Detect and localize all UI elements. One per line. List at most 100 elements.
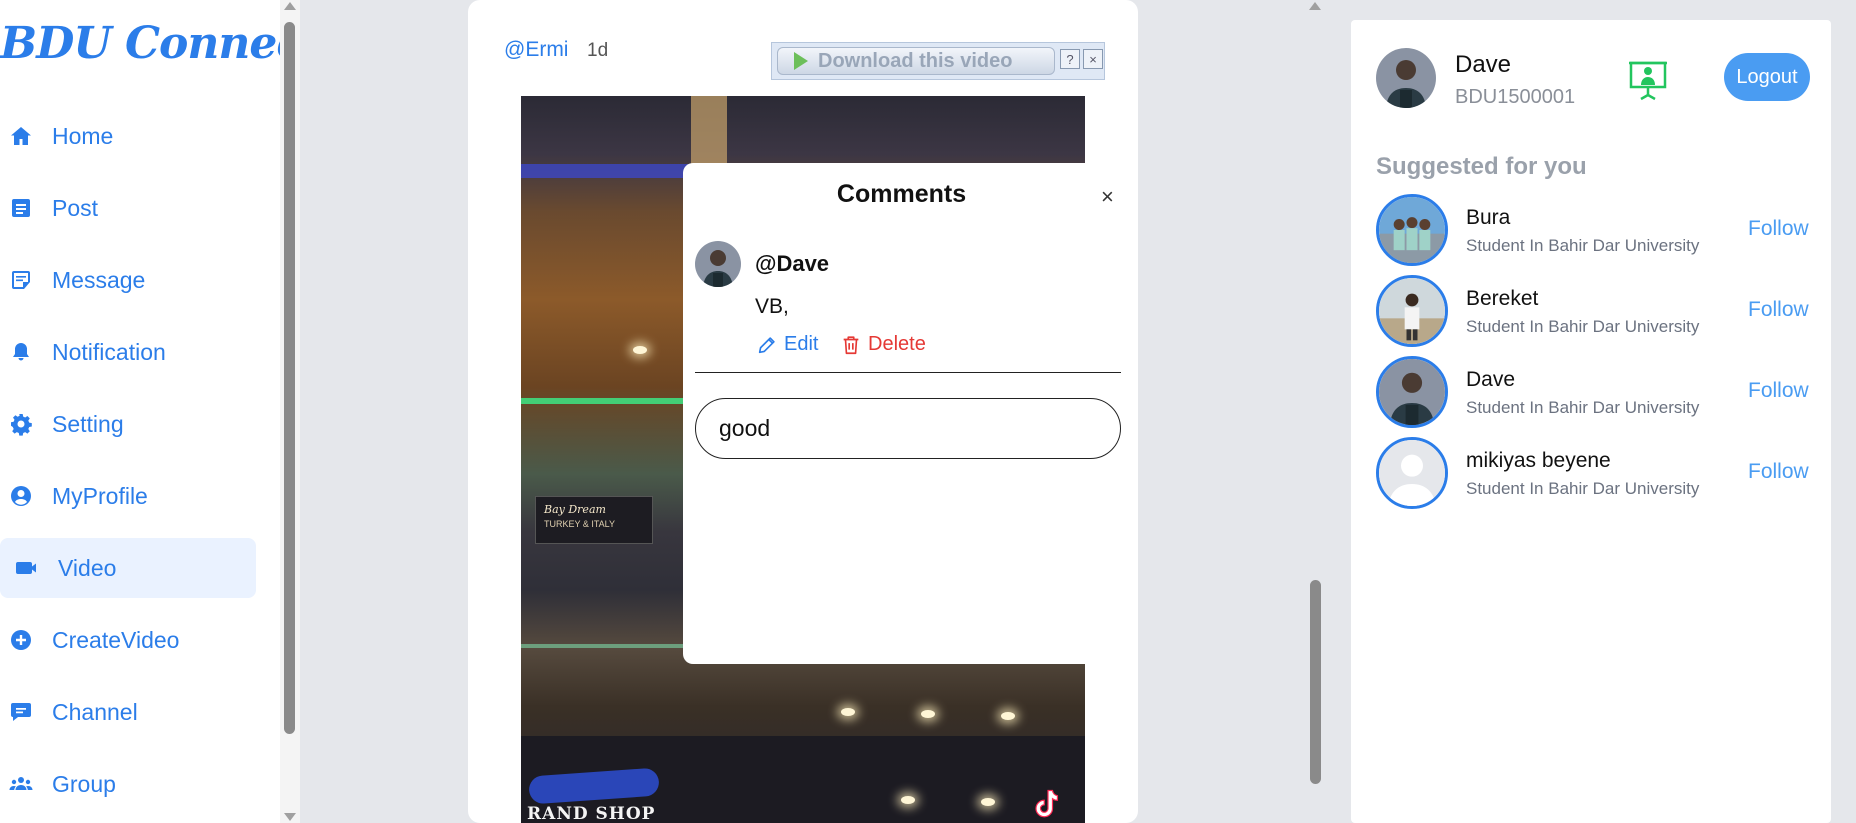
sidebar-item-label: CreateVideo (52, 626, 180, 653)
suggestion-subtitle: Student In Bahir Dar University (1466, 236, 1700, 255)
suggestion-subtitle: Student In Bahir Dar University (1466, 317, 1700, 336)
video-frame-lamp (981, 798, 995, 806)
comments-modal: Comments × @Dave VB, Edit Delete (683, 163, 1121, 664)
play-icon (794, 52, 808, 70)
avatar[interactable] (1376, 437, 1448, 509)
right-panel: Dave BDU1500001 Logout Suggested for you… (1351, 20, 1831, 823)
post-timestamp: 1d (587, 40, 609, 61)
suggestion-row: Bura Student In Bahir Dar University Fol… (1376, 194, 1816, 268)
sidebar-item-group[interactable]: Group (0, 754, 256, 814)
sidebar-item-label: Channel (52, 698, 138, 725)
sidebar-item-video[interactable]: Video (0, 538, 256, 598)
delete-comment-button[interactable]: Delete (840, 333, 926, 356)
download-video-bar: Download this video ? × (771, 42, 1105, 80)
message-icon (8, 267, 34, 293)
download-video-label: Download this video (818, 49, 1013, 72)
sign-text-line2: TURKEY & ITALY (544, 519, 616, 529)
avatar-image-icon (1376, 48, 1436, 108)
sign-text-line1: Bay Dream (544, 503, 606, 516)
avatar[interactable] (1376, 275, 1448, 347)
sidebar-item-notification[interactable]: Notification (0, 322, 256, 382)
sidebar-item-label: Setting (52, 410, 124, 437)
comment-author[interactable]: @Dave (755, 251, 829, 277)
video-frame-lamp (1001, 712, 1015, 720)
video-frame-lamp (841, 708, 855, 716)
post-icon (8, 195, 34, 221)
sidebar-item-setting[interactable]: Setting (0, 394, 256, 454)
default-avatar-icon (1379, 440, 1445, 506)
comment-text: VB, (755, 295, 789, 318)
video-camera-icon (14, 555, 40, 581)
suggestion-row: Bereket Student In Bahir Dar University … (1376, 275, 1816, 349)
chat-bubble-icon (8, 699, 34, 725)
suggestion-subtitle: Student In Bahir Dar University (1466, 479, 1700, 498)
help-button[interactable]: ? (1060, 49, 1080, 69)
trash-icon (843, 335, 859, 354)
sidebar-item-label: Home (52, 122, 114, 149)
current-user-name: Dave (1455, 51, 1512, 78)
follow-button[interactable]: Follow (1748, 298, 1809, 322)
follow-button[interactable]: Follow (1748, 379, 1809, 403)
post-author-link[interactable]: @Ermi (504, 38, 568, 62)
left-sidebar: BDU Connect Home Post Message Notificati… (0, 0, 300, 823)
avatar-image-icon (695, 241, 741, 287)
sidebar-item-post[interactable]: Post (0, 178, 256, 238)
edit-comment-button[interactable]: Edit (756, 333, 818, 356)
comment-input[interactable] (695, 398, 1121, 459)
suggestion-name[interactable]: Dave (1466, 368, 1515, 392)
sidebar-item-label: Notification (52, 338, 166, 365)
video-frame-brand-text: RAND SHOP (527, 804, 656, 823)
suggestion-name[interactable]: Bura (1466, 206, 1510, 230)
suggestion-name[interactable]: mikiyas beyene (1466, 449, 1611, 473)
suggestion-name[interactable]: Bereket (1466, 287, 1538, 311)
sidebar-item-message[interactable]: Message (0, 250, 256, 310)
follow-button[interactable]: Follow (1748, 460, 1809, 484)
scrollbar-thumb[interactable] (284, 22, 295, 734)
presenter-icon[interactable] (1627, 57, 1669, 101)
suggestion-row: Dave Student In Bahir Dar University Fol… (1376, 356, 1816, 430)
app-logo[interactable]: BDU Connect (0, 18, 300, 69)
avatar-image-icon (1379, 278, 1445, 344)
tiktok-logo-icon (1027, 786, 1063, 822)
logout-button[interactable]: Logout (1724, 53, 1810, 101)
pencil-icon (758, 336, 775, 353)
sidebar-item-myprofile[interactable]: MyProfile (0, 466, 256, 526)
scroll-up-arrow-icon[interactable] (1309, 2, 1321, 10)
follow-button[interactable]: Follow (1748, 217, 1809, 241)
sidebar-item-createvideo[interactable]: CreateVideo (0, 610, 256, 670)
sidebar-item-label: Post (52, 194, 99, 221)
suggestions-title: Suggested for you (1376, 153, 1587, 180)
video-frame-sign: Bay Dream TURKEY & ITALY (535, 496, 653, 544)
home-icon (8, 123, 34, 149)
close-download-bar-button[interactable]: × (1083, 49, 1103, 69)
edit-label: Edit (784, 333, 819, 355)
sidebar-scrollbar[interactable] (280, 0, 300, 823)
avatar[interactable] (1376, 194, 1448, 266)
user-circle-icon (8, 483, 34, 509)
current-user-id: BDU1500001 (1455, 86, 1576, 108)
bell-icon (8, 339, 34, 365)
close-comments-button[interactable]: × (1101, 184, 1114, 210)
scrollbar-thumb[interactable] (1310, 580, 1321, 784)
download-video-button[interactable]: Download this video (777, 47, 1055, 75)
sidebar-item-label: Message (52, 266, 146, 293)
suggestion-subtitle: Student In Bahir Dar University (1466, 398, 1700, 417)
comments-title: Comments (836, 180, 967, 208)
plus-circle-icon (8, 627, 34, 653)
scroll-up-arrow-icon[interactable] (284, 2, 296, 10)
sidebar-item-label: Video (58, 554, 117, 581)
users-icon (8, 771, 34, 797)
avatar[interactable] (1376, 356, 1448, 428)
video-frame-lamp (921, 710, 935, 718)
feed-scrollbar[interactable] (1305, 0, 1325, 823)
avatar[interactable] (1376, 48, 1436, 108)
sidebar-nav: Home Post Message Notification Setting M… (0, 106, 256, 823)
video-frame-lamp (901, 796, 915, 804)
gear-icon (8, 411, 34, 437)
sidebar-item-home[interactable]: Home (0, 106, 256, 166)
scroll-down-arrow-icon[interactable] (284, 813, 296, 821)
comment-divider (695, 372, 1121, 373)
delete-label: Delete (868, 333, 926, 355)
avatar-image-icon (1379, 197, 1445, 263)
sidebar-item-channel[interactable]: Channel (0, 682, 256, 742)
